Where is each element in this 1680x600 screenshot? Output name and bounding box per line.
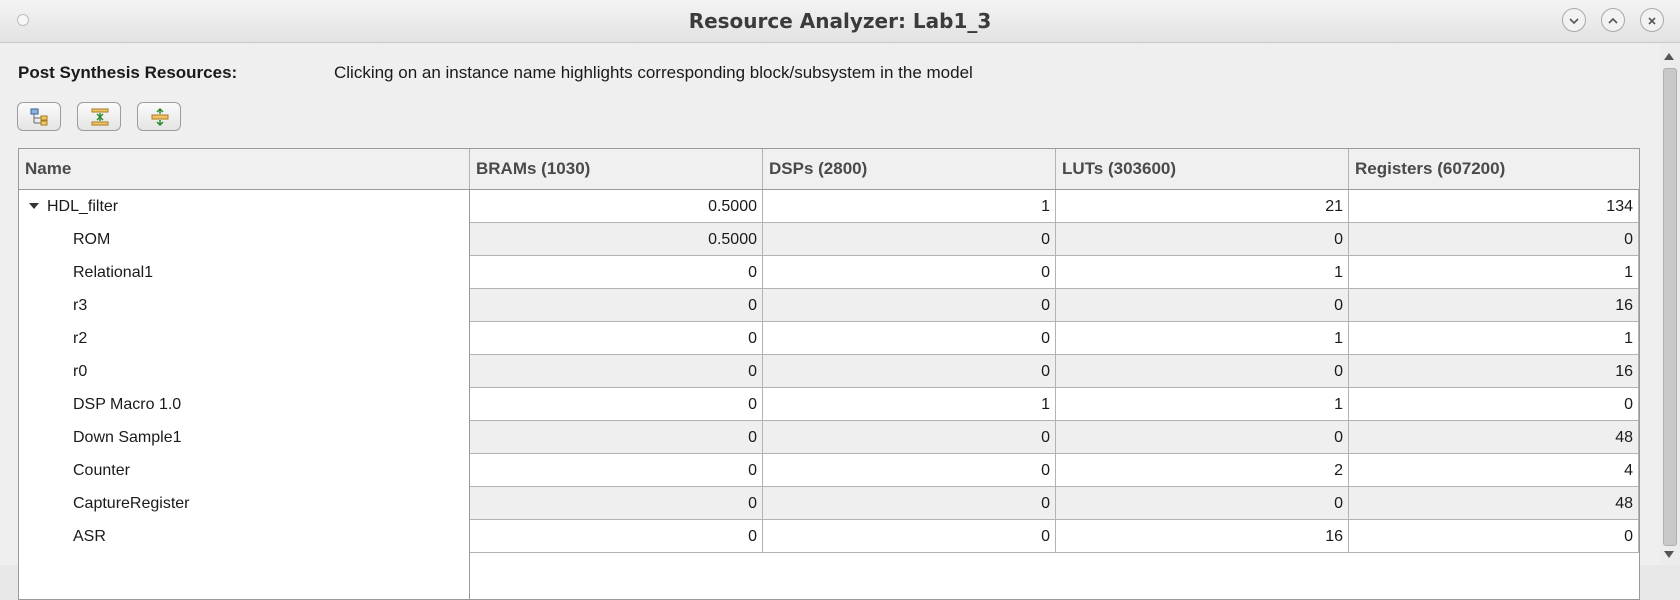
instance-name-link[interactable]: DSP Macro 1.0 xyxy=(19,388,470,421)
brams-value: 0 xyxy=(470,289,763,322)
table-row[interactable]: r0 0 0 0 16 xyxy=(19,355,1639,388)
registers-value: 1 xyxy=(1349,256,1639,289)
expand-all-button[interactable] xyxy=(137,102,181,131)
dsps-value: 0 xyxy=(763,256,1056,289)
scroll-down-arrow-icon[interactable] xyxy=(1664,551,1674,558)
table-row[interactable]: CaptureRegister 0 0 0 48 xyxy=(19,487,1639,520)
registers-value: 1 xyxy=(1349,322,1639,355)
brams-value: 0 xyxy=(470,256,763,289)
registers-value: 0 xyxy=(1349,388,1639,421)
table-header: Name BRAMs (1030) DSPs (2800) LUTs (3036… xyxy=(19,149,1639,190)
luts-value: 21 xyxy=(1056,190,1349,223)
main-content: Post Synthesis Resources: Clicking on an… xyxy=(0,43,1660,600)
dsps-value: 0 xyxy=(763,421,1056,454)
table-row[interactable]: r3 0 0 0 16 xyxy=(19,289,1639,322)
dsps-value: 0 xyxy=(763,454,1056,487)
dsps-value: 0 xyxy=(763,322,1056,355)
maximize-button[interactable] xyxy=(1601,8,1625,32)
luts-value: 1 xyxy=(1056,388,1349,421)
chevron-up-icon xyxy=(1608,17,1618,24)
vertical-scrollbar[interactable] xyxy=(1660,43,1680,565)
luts-value: 1 xyxy=(1056,322,1349,355)
close-button[interactable] xyxy=(1640,8,1664,32)
instance-name-link[interactable]: HDL_filter xyxy=(19,190,470,223)
window-title: Resource Analyzer: Lab1_3 xyxy=(688,9,992,33)
dsps-value: 0 xyxy=(763,223,1056,256)
luts-value: 0 xyxy=(1056,289,1349,322)
table-row[interactable]: r2 0 0 1 1 xyxy=(19,322,1639,355)
registers-value: 16 xyxy=(1349,289,1639,322)
registers-value: 0 xyxy=(1349,223,1639,256)
brams-value: 0.5000 xyxy=(470,223,763,256)
resource-table: Name BRAMs (1030) DSPs (2800) LUTs (3036… xyxy=(18,148,1640,600)
dsps-value: 0 xyxy=(763,355,1056,388)
table-row[interactable]: HDL_filter 0.5000 1 21 134 xyxy=(19,190,1639,223)
instance-name-link[interactable]: ASR xyxy=(19,520,470,553)
instance-name-link[interactable]: Relational1 xyxy=(19,256,470,289)
table-row[interactable]: DSP Macro 1.0 0 1 1 0 xyxy=(19,388,1639,421)
resource-analyzer-window: Resource Analyzer: Lab1_3 Post Synthesis… xyxy=(0,0,1680,600)
scrollbar-thumb[interactable] xyxy=(1663,68,1677,546)
registers-value: 48 xyxy=(1349,421,1639,454)
luts-value: 0 xyxy=(1056,487,1349,520)
table-row[interactable]: ASR 0 0 16 0 xyxy=(19,520,1639,553)
instance-name-link[interactable]: ROM xyxy=(19,223,470,256)
column-header-luts[interactable]: LUTs (303600) xyxy=(1056,149,1349,189)
tree-hierarchy-icon xyxy=(30,108,48,126)
hierarchy-view-button[interactable] xyxy=(17,102,61,131)
dsps-value: 0 xyxy=(763,289,1056,322)
instance-name-link[interactable]: Down Sample1 xyxy=(19,421,470,454)
brams-value: 0 xyxy=(470,388,763,421)
close-icon xyxy=(1648,17,1656,25)
expand-all-icon xyxy=(151,108,169,126)
registers-value: 48 xyxy=(1349,487,1639,520)
luts-value: 0 xyxy=(1056,421,1349,454)
scroll-up-arrow-icon[interactable] xyxy=(1664,53,1674,60)
instance-name-link[interactable]: Counter xyxy=(19,454,470,487)
brams-value: 0.5000 xyxy=(470,190,763,223)
luts-value: 0 xyxy=(1056,223,1349,256)
chevron-down-icon xyxy=(1569,18,1579,25)
column-header-brams[interactable]: BRAMs (1030) xyxy=(470,149,763,189)
instance-name-link[interactable]: r2 xyxy=(19,322,470,355)
name-column-divider xyxy=(469,189,470,599)
brams-value: 0 xyxy=(470,454,763,487)
dsps-value: 0 xyxy=(763,520,1056,553)
brams-value: 0 xyxy=(470,421,763,454)
collapse-all-icon xyxy=(91,108,109,126)
table-row[interactable]: Down Sample1 0 0 0 48 xyxy=(19,421,1639,454)
table-row[interactable]: ROM 0.5000 0 0 0 xyxy=(19,223,1639,256)
collapse-all-button[interactable] xyxy=(77,102,121,131)
luts-value: 0 xyxy=(1056,355,1349,388)
registers-value: 134 xyxy=(1349,190,1639,223)
column-header-name[interactable]: Name xyxy=(19,149,470,189)
brams-value: 0 xyxy=(470,322,763,355)
instance-name: HDL_filter xyxy=(47,198,119,215)
table-row[interactable]: Relational1 0 0 1 1 xyxy=(19,256,1639,289)
dsps-value: 1 xyxy=(763,388,1056,421)
brams-value: 0 xyxy=(470,355,763,388)
column-header-dsps[interactable]: DSPs (2800) xyxy=(763,149,1056,189)
instance-name-link[interactable]: r3 xyxy=(19,289,470,322)
registers-value: 4 xyxy=(1349,454,1639,487)
luts-value: 2 xyxy=(1056,454,1349,487)
title-bar[interactable]: Resource Analyzer: Lab1_3 xyxy=(0,0,1680,43)
luts-value: 1 xyxy=(1056,256,1349,289)
dsps-value: 0 xyxy=(763,487,1056,520)
column-header-registers[interactable]: Registers (607200) xyxy=(1349,149,1639,189)
instance-hint-text: Clicking on an instance name highlights … xyxy=(334,63,973,82)
registers-value: 16 xyxy=(1349,355,1639,388)
instance-name-link[interactable]: r0 xyxy=(19,355,470,388)
luts-value: 16 xyxy=(1056,520,1349,553)
dsps-value: 1 xyxy=(763,190,1056,223)
instance-name-link[interactable]: CaptureRegister xyxy=(19,487,470,520)
post-synthesis-label: Post Synthesis Resources: xyxy=(18,63,238,82)
tree-expanded-caret-icon[interactable] xyxy=(29,203,39,209)
minimize-button[interactable] xyxy=(1562,8,1586,32)
table-row[interactable]: Counter 0 0 2 4 xyxy=(19,454,1639,487)
registers-value: 0 xyxy=(1349,520,1639,553)
brams-value: 0 xyxy=(470,520,763,553)
brams-value: 0 xyxy=(470,487,763,520)
